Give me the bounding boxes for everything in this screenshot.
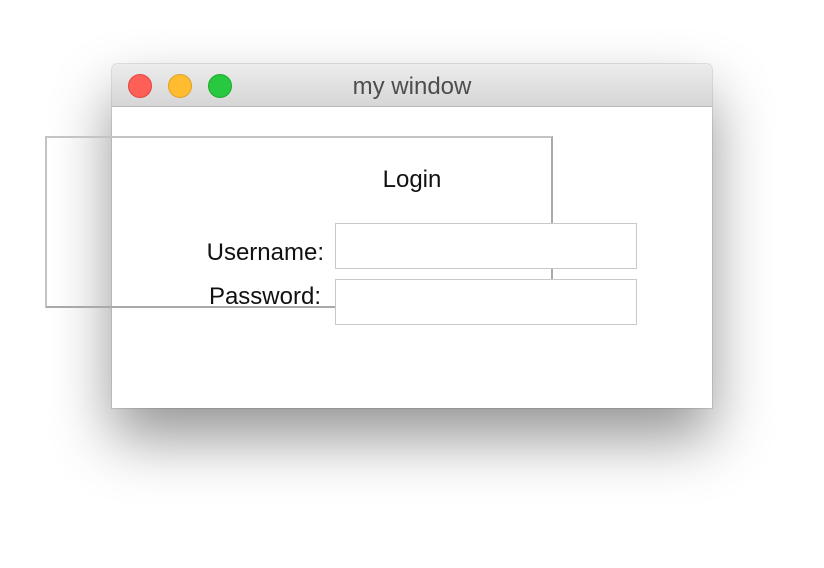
username-field[interactable] [335, 223, 637, 269]
password-field[interactable] [335, 279, 637, 325]
title-bar[interactable]: my window [112, 64, 712, 107]
username-label: Username: [206, 239, 324, 266]
window-title: my window [352, 73, 472, 100]
password-label: Password: [208, 283, 321, 310]
